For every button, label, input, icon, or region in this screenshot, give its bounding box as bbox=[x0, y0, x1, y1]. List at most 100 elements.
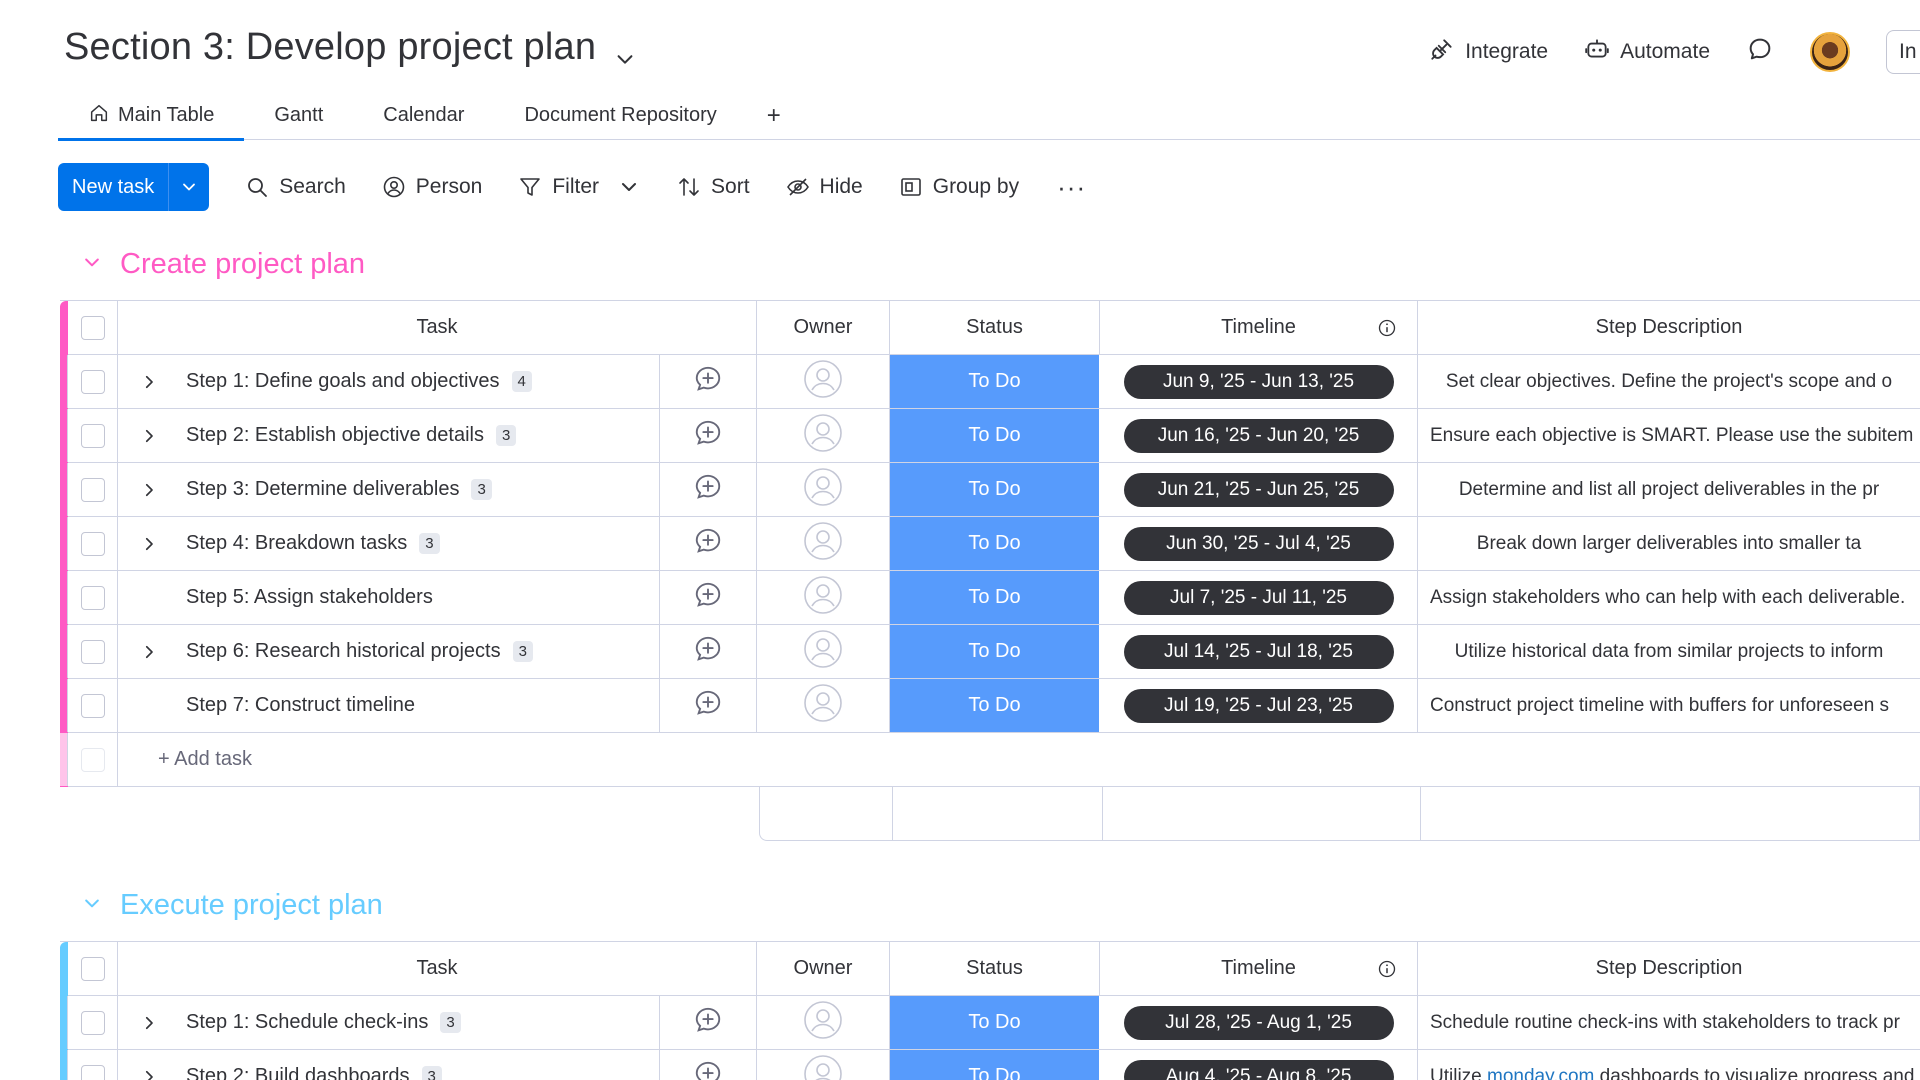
timeline-cell[interactable]: Jun 9, '25 - Jun 13, '25 bbox=[1100, 355, 1418, 408]
owner-cell[interactable] bbox=[757, 463, 890, 516]
updates-cell[interactable] bbox=[660, 463, 757, 516]
owner-cell[interactable] bbox=[757, 1050, 890, 1080]
new-task-button[interactable]: New task bbox=[58, 163, 170, 211]
more-options-button[interactable]: ··· bbox=[1057, 172, 1086, 203]
table-row[interactable]: Step 7: Construct timeline To Do Jul 19, '… bbox=[60, 679, 1920, 733]
column-header-step-description[interactable]: Step Description bbox=[1418, 301, 1920, 354]
description-cell[interactable]: Schedule routine check-ins with stakehol… bbox=[1418, 996, 1920, 1049]
row-checkbox[interactable] bbox=[60, 625, 118, 678]
filter-button[interactable]: Filter bbox=[518, 175, 641, 199]
hide-button[interactable]: Hide bbox=[786, 175, 863, 199]
empty-person-icon[interactable] bbox=[803, 1000, 843, 1045]
owner-cell[interactable] bbox=[757, 571, 890, 624]
task-name[interactable]: Step 3: Determine deliverables bbox=[186, 478, 459, 501]
task-cell[interactable]: Step 3: Determine deliverables 3 bbox=[118, 463, 660, 516]
group-title[interactable]: Create project plan bbox=[120, 248, 365, 281]
chevron-right-icon[interactable] bbox=[136, 535, 162, 553]
task-cell[interactable]: Step 2: Build dashboards 3 bbox=[118, 1050, 660, 1080]
tab-main-table[interactable]: Main Table bbox=[58, 92, 245, 141]
owner-cell[interactable] bbox=[757, 517, 890, 570]
group-by-button[interactable]: Group by bbox=[899, 175, 1019, 199]
task-name[interactable]: Step 2: Build dashboards bbox=[186, 1065, 410, 1080]
timeline-cell[interactable]: Jul 28, '25 - Aug 1, '25 bbox=[1100, 996, 1418, 1049]
row-checkbox[interactable] bbox=[60, 409, 118, 462]
status-cell[interactable]: To Do bbox=[890, 355, 1100, 408]
updates-cell[interactable] bbox=[660, 409, 757, 462]
column-header-status[interactable]: Status bbox=[890, 301, 1100, 354]
task-name[interactable]: Step 1: Define goals and objectives bbox=[186, 370, 500, 393]
column-header-owner[interactable]: Owner bbox=[757, 301, 890, 354]
automate-button[interactable]: Automate bbox=[1584, 36, 1710, 68]
empty-person-icon[interactable] bbox=[803, 413, 843, 458]
subitem-count-badge[interactable]: 3 bbox=[471, 479, 492, 500]
add-update-icon[interactable] bbox=[693, 526, 723, 561]
sort-button[interactable]: Sort bbox=[677, 175, 750, 199]
owner-cell[interactable] bbox=[757, 996, 890, 1049]
owner-cell[interactable] bbox=[757, 409, 890, 462]
owner-cell[interactable] bbox=[757, 355, 890, 408]
column-header-timeline[interactable]: Timeline bbox=[1100, 942, 1418, 995]
task-name[interactable]: Step 6: Research historical projects bbox=[186, 640, 501, 663]
empty-person-icon[interactable] bbox=[803, 575, 843, 620]
chevron-down-icon[interactable] bbox=[82, 893, 102, 918]
status-cell[interactable]: To Do bbox=[890, 409, 1100, 462]
chevron-right-icon[interactable] bbox=[136, 373, 162, 391]
task-cell[interactable]: Step 7: Construct timeline bbox=[118, 679, 660, 732]
updates-cell[interactable] bbox=[660, 1050, 757, 1080]
updates-cell[interactable] bbox=[660, 679, 757, 732]
table-row[interactable]: Step 3: Determine deliverables 3 To Do Jun … bbox=[60, 463, 1920, 517]
person-filter-button[interactable]: Person bbox=[382, 175, 482, 199]
chevron-down-icon[interactable] bbox=[82, 252, 102, 277]
timeline-cell[interactable]: Jul 19, '25 - Jul 23, '25 bbox=[1100, 679, 1418, 732]
table-row[interactable]: Step 1: Schedule check-ins 3 To Do Jul 28, … bbox=[60, 996, 1920, 1050]
updates-cell[interactable] bbox=[660, 996, 757, 1049]
task-cell[interactable]: Step 2: Establish objective details 3 bbox=[118, 409, 660, 462]
row-checkbox[interactable] bbox=[60, 679, 118, 732]
row-checkbox[interactable] bbox=[60, 1050, 118, 1080]
board-title[interactable]: Section 3: Develop project plan bbox=[64, 26, 636, 69]
group-title[interactable]: Execute project plan bbox=[120, 889, 383, 922]
row-checkbox[interactable] bbox=[60, 517, 118, 570]
chevron-right-icon[interactable] bbox=[136, 643, 162, 661]
row-checkbox[interactable] bbox=[60, 355, 118, 408]
column-header-owner[interactable]: Owner bbox=[757, 942, 890, 995]
subitem-count-badge[interactable]: 3 bbox=[440, 1012, 461, 1033]
task-name[interactable]: Step 4: Breakdown tasks bbox=[186, 532, 407, 555]
task-cell[interactable]: Step 6: Research historical projects 3 bbox=[118, 625, 660, 678]
subitem-count-badge[interactable]: 3 bbox=[419, 533, 440, 554]
invite-button[interactable]: In bbox=[1886, 30, 1920, 74]
chevron-right-icon[interactable] bbox=[136, 481, 162, 499]
add-update-icon[interactable] bbox=[693, 634, 723, 669]
description-cell[interactable]: Determine and list all project deliverab… bbox=[1418, 463, 1920, 516]
row-checkbox[interactable] bbox=[60, 463, 118, 516]
task-cell[interactable]: Step 5: Assign stakeholders bbox=[118, 571, 660, 624]
description-link[interactable]: monday.com bbox=[1487, 1066, 1594, 1080]
empty-person-icon[interactable] bbox=[803, 359, 843, 404]
empty-person-icon[interactable] bbox=[803, 683, 843, 728]
tab-document-repository[interactable]: Document Repository bbox=[494, 92, 746, 140]
column-header-task[interactable]: Task bbox=[118, 942, 757, 995]
table-row[interactable]: Step 5: Assign stakeholders To Do Jul 7, '… bbox=[60, 571, 1920, 625]
status-cell[interactable]: To Do bbox=[890, 1050, 1100, 1080]
timeline-cell[interactable]: Jun 21, '25 - Jun 25, '25 bbox=[1100, 463, 1418, 516]
status-cell[interactable]: To Do bbox=[890, 996, 1100, 1049]
add-update-icon[interactable] bbox=[693, 688, 723, 723]
column-header-status[interactable]: Status bbox=[890, 942, 1100, 995]
search-button[interactable]: Search bbox=[245, 175, 346, 199]
chevron-right-icon[interactable] bbox=[136, 1014, 162, 1032]
add-update-icon[interactable] bbox=[693, 1005, 723, 1040]
owner-cell[interactable] bbox=[757, 679, 890, 732]
column-header-timeline[interactable]: Timeline bbox=[1100, 301, 1418, 354]
select-all-checkbox[interactable] bbox=[60, 301, 118, 354]
select-all-checkbox[interactable] bbox=[60, 942, 118, 995]
new-task-dropdown[interactable] bbox=[169, 163, 209, 211]
add-update-icon[interactable] bbox=[693, 1059, 723, 1080]
add-update-icon[interactable] bbox=[693, 364, 723, 399]
avatar[interactable] bbox=[1810, 32, 1850, 72]
add-update-icon[interactable] bbox=[693, 418, 723, 453]
updates-button[interactable] bbox=[1746, 35, 1774, 69]
status-cell[interactable]: To Do bbox=[890, 679, 1100, 732]
task-name[interactable]: Step 5: Assign stakeholders bbox=[186, 586, 433, 609]
timeline-cell[interactable]: Jun 16, '25 - Jun 20, '25 bbox=[1100, 409, 1418, 462]
timeline-cell[interactable]: Jun 30, '25 - Jul 4, '25 bbox=[1100, 517, 1418, 570]
